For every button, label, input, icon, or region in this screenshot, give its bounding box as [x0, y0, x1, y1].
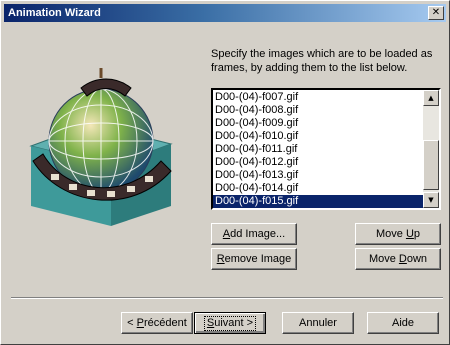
frames-listbox[interactable]: D00-(04)-f007.gif D00-(04)-f008.gif D00-(0…: [211, 88, 441, 210]
close-button[interactable]: ✕: [428, 6, 444, 20]
frames-list: D00-(04)-f007.gif D00-(04)-f008.gif D00-(0…: [213, 91, 423, 208]
remove-image-label: emove Image: [224, 253, 292, 265]
remove-image-button[interactable]: Remove Image: [211, 248, 297, 270]
list-item[interactable]: D00-(04)-f009.gif: [213, 117, 423, 130]
list-item[interactable]: D00-(04)-f012.gif: [213, 156, 423, 169]
scroll-thumb[interactable]: [423, 140, 439, 190]
list-item[interactable]: D00-(04)-f010.gif: [213, 130, 423, 143]
list-item[interactable]: D00-(04)-f013.gif: [213, 169, 423, 182]
list-item[interactable]: D00-(04)-f015.gif: [213, 195, 423, 208]
list-scrollbar[interactable]: ▲ ▼: [423, 90, 439, 208]
back-label: récédent: [144, 317, 187, 329]
move-up-label: p: [413, 228, 421, 240]
animation-wizard-window: Animation Wizard ✕ Specify the images wh…: [0, 0, 450, 345]
window-title: Animation Wizard: [8, 7, 101, 19]
add-image-button[interactable]: Add Image...: [211, 223, 297, 245]
move-down-mnemonic: D: [398, 253, 407, 265]
cancel-label: Annuler: [299, 317, 337, 329]
title-bar[interactable]: Animation Wizard ✕: [4, 4, 446, 22]
move-down-label-pre: Move: [368, 253, 399, 265]
arrow-down-icon: ▼: [428, 196, 434, 204]
instructions-text: Specify the images which are to be loade…: [211, 48, 433, 74]
list-item[interactable]: D00-(04)-f014.gif: [213, 182, 423, 195]
scroll-up-button[interactable]: ▲: [423, 90, 439, 106]
list-item[interactable]: D00-(04)-f008.gif: [213, 104, 423, 117]
globe-filmstrip-icon: [29, 68, 173, 226]
move-up-button[interactable]: Move Up: [355, 223, 441, 245]
back-mnemonic: P: [136, 317, 144, 329]
move-down-button[interactable]: Move Down: [355, 248, 441, 270]
move-up-mnemonic: U: [405, 228, 414, 240]
next-label: uivant >: [214, 317, 254, 329]
list-item[interactable]: D00-(04)-f007.gif: [213, 91, 423, 104]
remove-image-mnemonic: R: [216, 253, 225, 265]
close-icon: ✕: [431, 7, 441, 18]
cancel-button[interactable]: Annuler: [282, 312, 354, 334]
footer-separator: [11, 297, 443, 299]
move-up-label-pre: Move: [375, 228, 406, 240]
move-down-label: own: [406, 253, 428, 265]
help-label: Aide: [391, 317, 415, 329]
help-button[interactable]: Aide: [367, 312, 439, 334]
add-image-label: dd Image...: [230, 228, 286, 240]
back-button[interactable]: < Précédent: [121, 312, 193, 334]
next-button[interactable]: Suivant >: [194, 312, 266, 334]
list-item[interactable]: D00-(04)-f011.gif: [213, 143, 423, 156]
scroll-down-button[interactable]: ▼: [423, 192, 439, 208]
next-focus-ring: Suivant >: [203, 316, 257, 331]
back-label-pre: <: [127, 317, 137, 329]
arrow-up-icon: ▲: [428, 94, 434, 102]
